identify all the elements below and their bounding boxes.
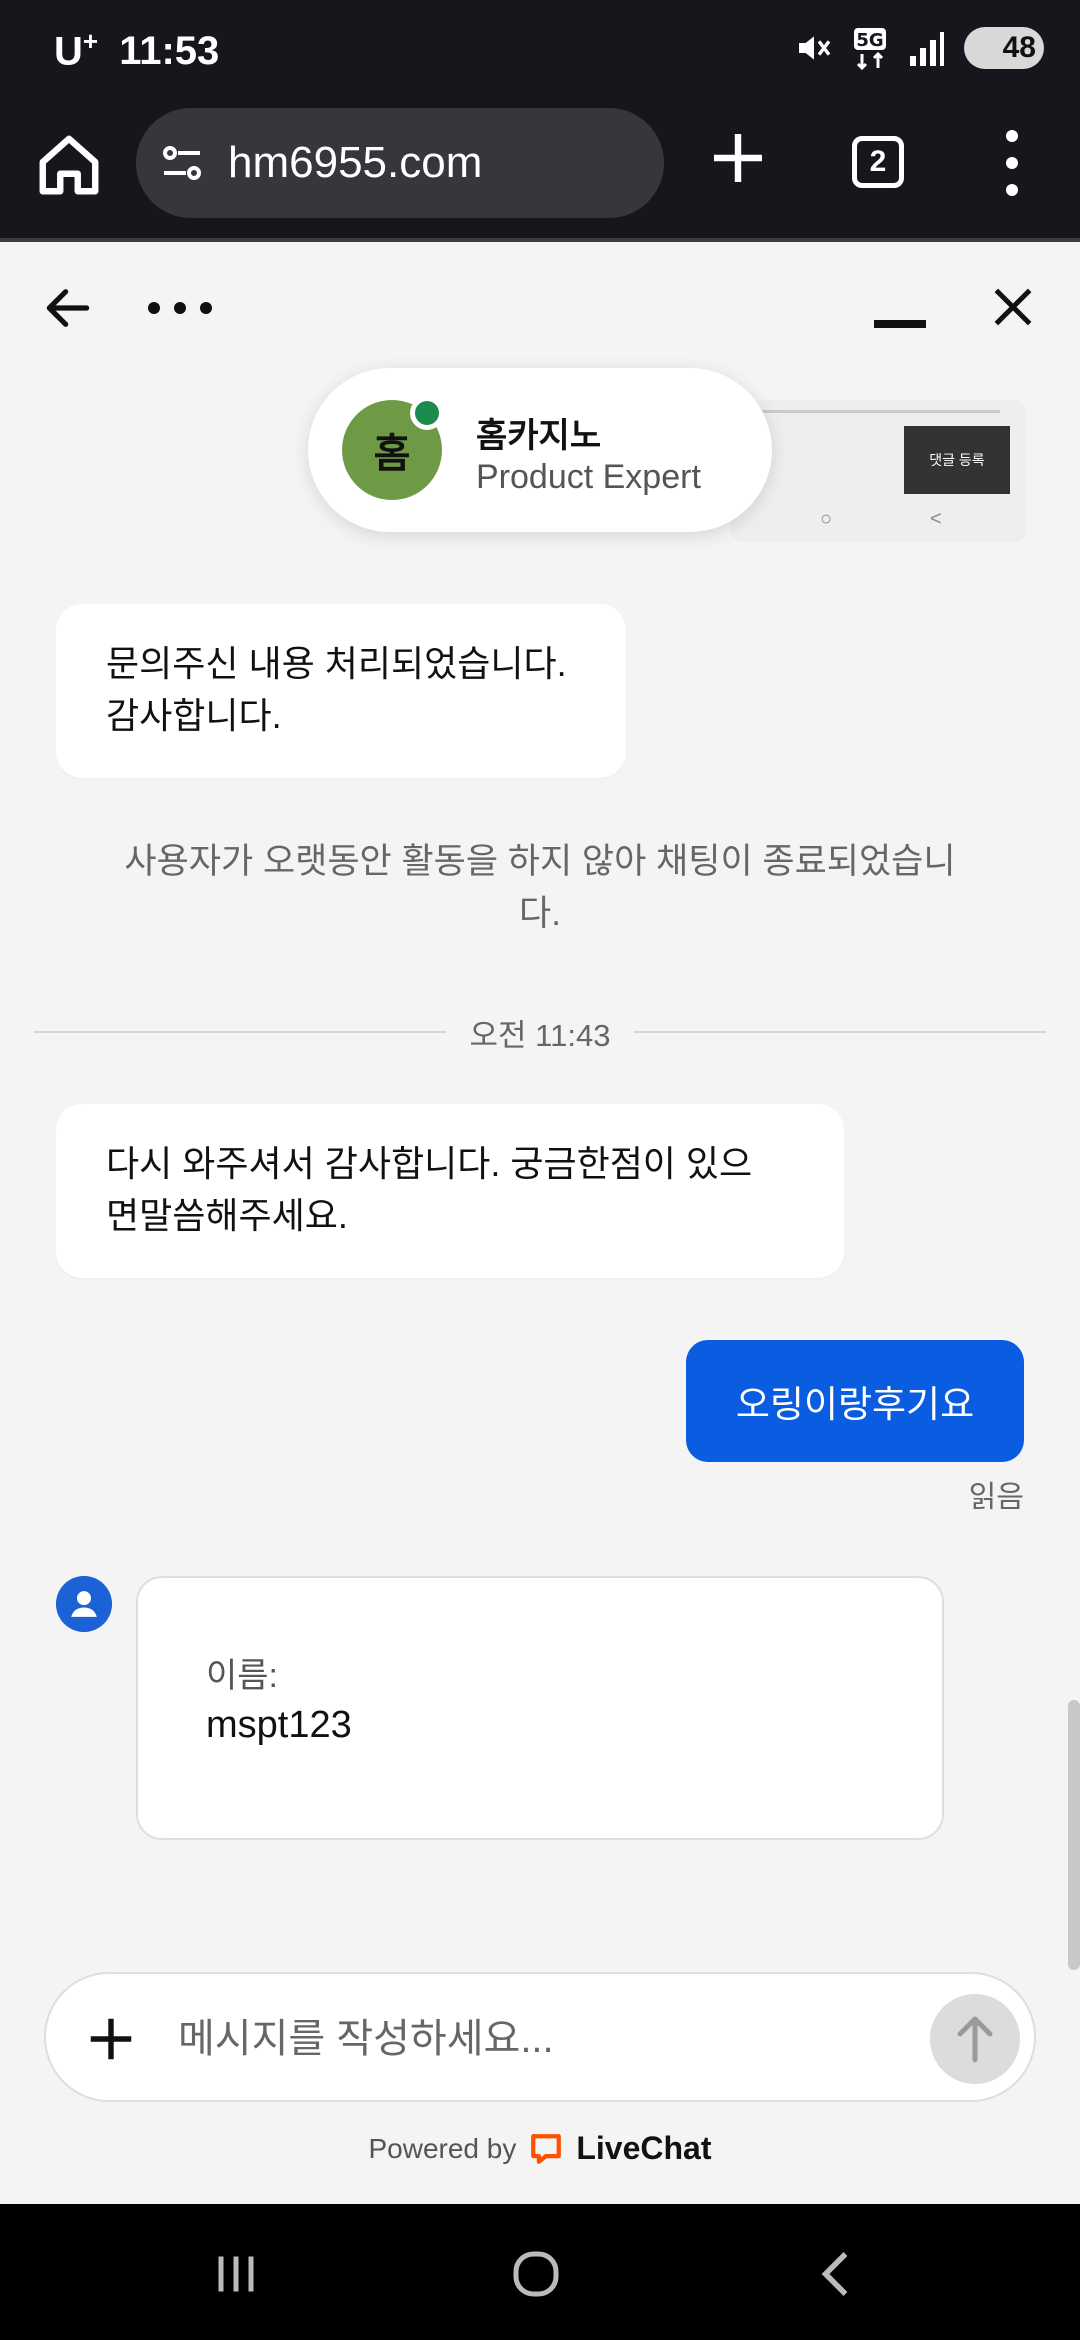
tab-switcher-button[interactable]: 2 xyxy=(852,136,904,188)
battery-indicator: 48 xyxy=(964,27,1044,69)
clock: 11:53 xyxy=(119,29,220,74)
livechat-logo-icon xyxy=(531,2133,562,2164)
system-message: 사용자가 오랫동안 활동을 하지 않아 채팅이 종료되었습니 다. xyxy=(90,836,990,940)
background-page-preview: 댓글 등록 ○ < xyxy=(730,400,1026,542)
system-message-line: 사용자가 오랫동안 활동을 하지 않아 채팅이 종료되었습니 xyxy=(124,842,956,881)
message-line: 다시 와주셔서 감사합니다. 궁금한점이 있으 xyxy=(106,1143,753,1184)
system-nav-bar xyxy=(0,2204,1080,2340)
divider-time: 오전 11:43 xyxy=(469,1017,611,1053)
status-icons: 5G 48 xyxy=(794,26,1044,70)
user-avatar-icon xyxy=(56,1576,112,1632)
agent-name: 홈카지노 xyxy=(476,417,602,455)
mute-icon xyxy=(799,36,831,60)
address-bar[interactable]: hm6955.com xyxy=(136,108,664,218)
preview-home-icon: ○ xyxy=(820,508,833,530)
livechat-brand: LiveChat xyxy=(576,2130,712,2166)
online-status-dot xyxy=(410,396,444,430)
preview-divider xyxy=(750,410,1000,413)
browser-menu-button[interactable] xyxy=(1000,130,1024,196)
message-composer xyxy=(44,1972,1036,2102)
agent-card: 홈 홈카지노 Product Expert xyxy=(308,368,772,532)
attach-plus-icon[interactable] xyxy=(84,2012,138,2066)
close-icon[interactable] xyxy=(988,282,1038,332)
5g-signal-icon: 5G xyxy=(854,28,886,70)
carrier-label: U+ 11:53 xyxy=(54,26,219,74)
agent-message: 문의주신 내용 처리되었습니다. 감사합니다. xyxy=(56,604,626,778)
powered-by-label: Powered by xyxy=(368,2132,517,2164)
back-arrow-icon[interactable] xyxy=(40,280,96,336)
agent-role: Product Expert xyxy=(476,458,701,496)
recent-apps-icon[interactable] xyxy=(206,2244,266,2304)
back-nav-icon[interactable] xyxy=(808,2244,868,2304)
user-message: 오링이랑후기요 xyxy=(686,1340,1024,1462)
site-settings-icon[interactable] xyxy=(158,139,206,187)
battery-level: 48 xyxy=(1002,31,1036,64)
home-icon[interactable] xyxy=(34,130,104,200)
form-field-value: mspt123 xyxy=(206,1704,352,1746)
send-arrow-icon[interactable] xyxy=(930,1994,1020,2084)
more-options-button[interactable] xyxy=(148,296,212,320)
status-bar: U+ 11:53 5G 48 xyxy=(0,0,1080,100)
carrier-name: U xyxy=(54,29,83,74)
minimize-button[interactable] xyxy=(874,320,926,328)
message-line: 문의주신 내용 처리되었습니다. xyxy=(106,643,567,684)
time-divider: 오전 11:43 xyxy=(34,1012,1046,1053)
agent-message: 다시 와주셔서 감사합니다. 궁금한점이 있으 면말씀해주세요. xyxy=(56,1104,844,1278)
message-input[interactable] xyxy=(178,2004,818,2074)
form-field-label: 이름: xyxy=(206,1657,279,1695)
carrier-plus: + xyxy=(82,26,99,56)
cellular-signal-icon xyxy=(910,32,944,66)
message-line: 감사합니다. xyxy=(106,695,282,736)
message-line: 면말씀해주세요. xyxy=(106,1195,348,1236)
browser-toolbar: hm6955.com 2 xyxy=(0,100,1080,242)
powered-by[interactable]: Powered by LiveChat xyxy=(0,2130,1080,2167)
divider-line xyxy=(34,1031,446,1033)
divider-line xyxy=(634,1031,1046,1033)
new-tab-icon[interactable] xyxy=(706,126,770,190)
svg-text:5G: 5G xyxy=(856,30,883,51)
scrollbar[interactable] xyxy=(1068,1700,1080,1970)
read-receipt: 읽음 xyxy=(968,1481,1024,1514)
preview-comment-button: 댓글 등록 xyxy=(904,426,1010,494)
home-nav-icon[interactable] xyxy=(506,2244,566,2304)
tab-count: 2 xyxy=(869,145,887,178)
system-message-line: 다. xyxy=(519,894,561,933)
preview-back-icon: < xyxy=(930,508,942,530)
url-text[interactable]: hm6955.com xyxy=(228,138,482,188)
screen: U+ 11:53 5G 48 hm6955.com 2 댓글 등록 ○ < 홈 xyxy=(0,0,1080,2340)
prechat-form-card: 이름: mspt123 xyxy=(136,1576,944,1840)
